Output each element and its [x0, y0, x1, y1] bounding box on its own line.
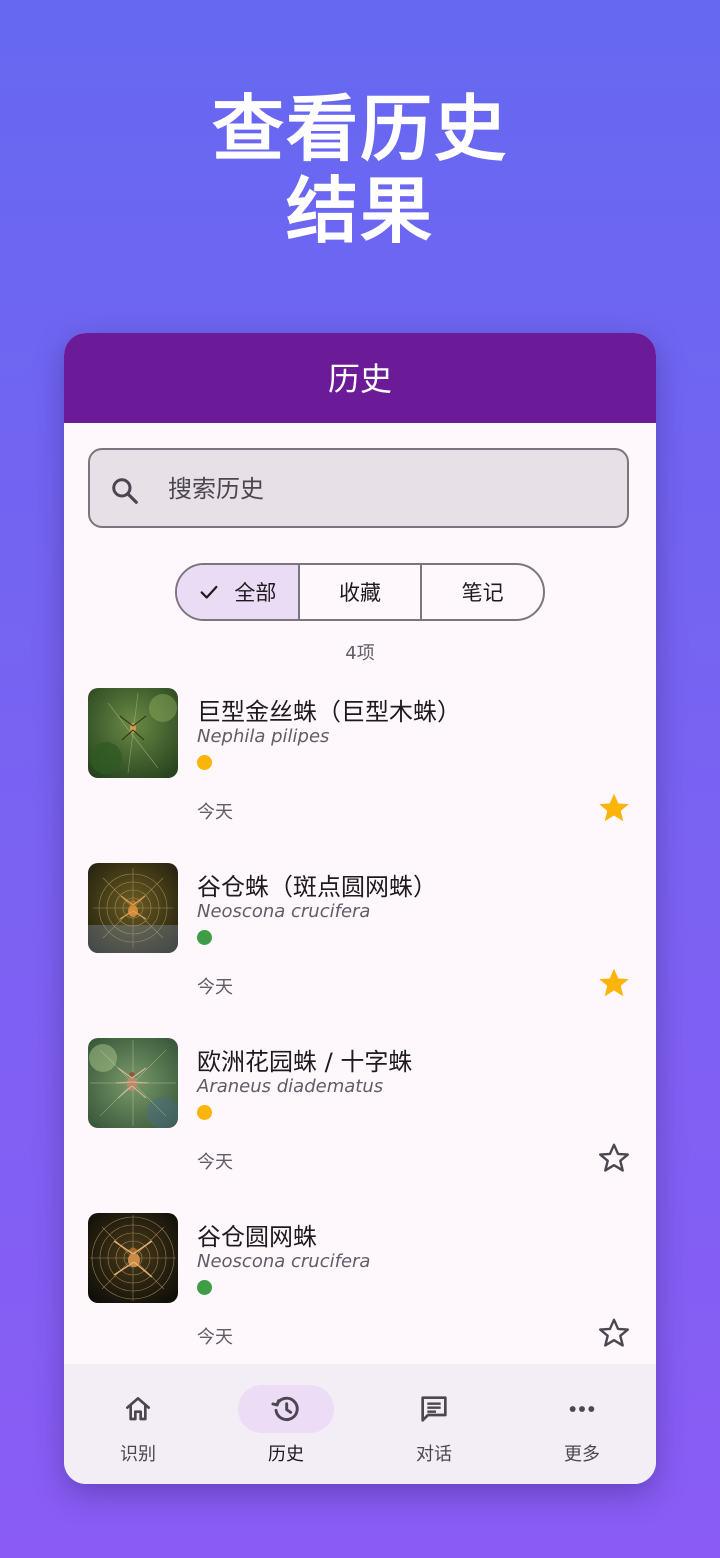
nav-label: 历史	[268, 1444, 304, 1465]
nav-history[interactable]: 历史	[212, 1364, 360, 1484]
spider-thumbnail	[88, 1213, 178, 1303]
species-common-name: 谷仓蛛（斑点圆网蛛）	[197, 873, 437, 901]
promo-headline-line1: 查看历史	[211, 87, 508, 171]
filter-all-label: 全部	[234, 581, 277, 605]
species-scientific-name: Nephila pilipes	[197, 726, 330, 747]
item-date: 今天	[197, 1327, 233, 1348]
nav-more[interactable]: 更多	[508, 1364, 656, 1484]
item-date: 今天	[197, 1152, 233, 1173]
filter-all-button[interactable]: 全部	[177, 565, 298, 619]
search-placeholder: 搜索历史	[168, 475, 264, 503]
filter-favorites-label: 收藏	[339, 581, 381, 605]
status-dot	[197, 755, 212, 770]
spider-thumbnail	[88, 688, 178, 778]
nav-label: 识别	[120, 1444, 156, 1465]
status-dot	[197, 930, 212, 945]
nav-chat[interactable]: 对话	[360, 1364, 508, 1484]
check-icon	[200, 585, 218, 599]
species-common-name: 巨型金丝蛛（巨型木蛛）	[197, 698, 461, 726]
filter-notes-button[interactable]: 笔记	[420, 565, 543, 619]
history-item[interactable]: 谷仓圆网蛛 Neoscona crucifera 今天	[64, 1203, 656, 1378]
star-outline-icon[interactable]	[596, 1140, 632, 1176]
species-scientific-name: Neoscona crucifera	[197, 901, 371, 922]
nav-identify[interactable]: 识别	[64, 1364, 212, 1484]
species-common-name: 欧洲花园蛛 / 十字蛛	[197, 1048, 413, 1076]
history-item[interactable]: 欧洲花园蛛 / 十字蛛 Araneus diadematus 今天	[64, 1028, 656, 1203]
nav-label: 对话	[416, 1444, 452, 1465]
history-item[interactable]: 巨型金丝蛛（巨型木蛛） Nephila pilipes 今天	[64, 678, 656, 853]
filter-notes-label: 笔记	[461, 581, 504, 605]
spider-thumbnail	[88, 863, 178, 953]
filter-segmented-control: 全部 收藏 笔记	[175, 563, 545, 621]
history-item[interactable]: 谷仓蛛（斑点圆网蛛） Neoscona crucifera 今天	[64, 853, 656, 1028]
star-filled-icon[interactable]	[596, 965, 632, 1001]
filter-favorites-button[interactable]: 收藏	[297, 565, 421, 619]
nav-label: 更多	[564, 1444, 600, 1465]
promo-headline-line2: 结果	[285, 169, 434, 253]
app-bar: 历史	[64, 333, 656, 423]
history-icon	[271, 1396, 299, 1422]
species-common-name: 谷仓圆网蛛	[197, 1223, 317, 1251]
promo-headline: 查看历史 结果	[0, 88, 720, 252]
species-scientific-name: Neoscona crucifera	[197, 1251, 371, 1272]
page-title: 历史	[327, 360, 392, 398]
chat-icon	[421, 1396, 447, 1422]
status-dot	[197, 1105, 212, 1120]
home-icon	[126, 1397, 150, 1421]
bottom-navigation: 识别 历史 对话 更多	[64, 1364, 656, 1484]
history-list: 巨型金丝蛛（巨型木蛛） Nephila pilipes 今天 谷仓蛛（斑点圆网蛛…	[64, 678, 656, 1378]
app-screen: 历史 搜索历史 全部 收藏 笔记 4项 巨型金丝蛛（巨型木蛛） Nephila …	[64, 333, 656, 1484]
status-dot	[197, 1280, 212, 1295]
search-icon	[112, 478, 138, 504]
item-date: 今天	[197, 802, 233, 823]
more-horizontal-icon	[569, 1406, 595, 1412]
item-date: 今天	[197, 977, 233, 998]
spider-thumbnail	[88, 1038, 178, 1128]
result-count: 4项	[345, 643, 375, 664]
star-filled-icon[interactable]	[596, 790, 632, 826]
star-outline-icon[interactable]	[596, 1315, 632, 1351]
species-scientific-name: Araneus diadematus	[197, 1076, 384, 1097]
search-input[interactable]: 搜索历史	[88, 448, 629, 528]
